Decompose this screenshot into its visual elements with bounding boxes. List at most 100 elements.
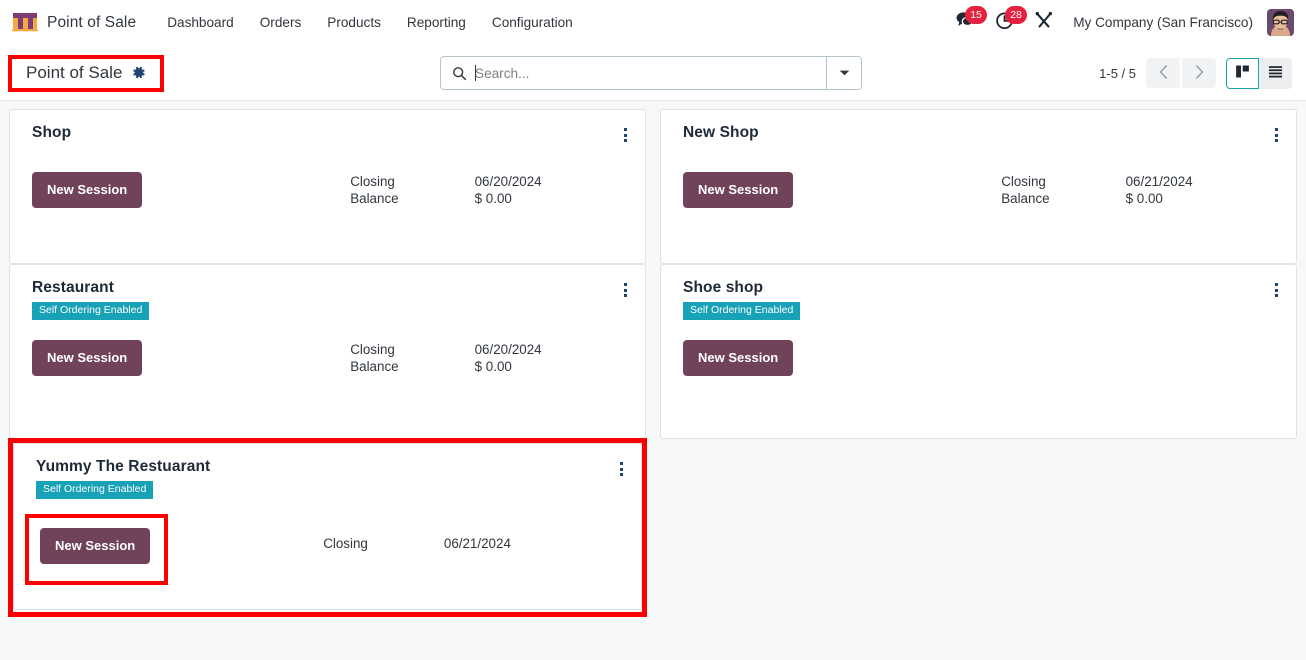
activities-menu-button[interactable]: 28 (986, 0, 1027, 45)
new-session-button[interactable]: New Session (32, 172, 143, 208)
new-session-button[interactable]: New Session (683, 339, 794, 376)
kanban-icon (1235, 64, 1250, 82)
kanban-cell: Shop New Session Closing 06/20/2024 Bala… (9, 109, 646, 264)
pager-count: 1-5 / 5 (1099, 65, 1136, 81)
control-panel-right: 1-5 / 5 (1099, 57, 1292, 89)
pos-config-card-yummy-the-restuarant[interactable]: Yummy The Restuarant Self Ordering Enabl… (13, 443, 642, 610)
pager-previous-button[interactable] (1146, 58, 1180, 88)
kanban-cell: Shoe shop Self Ordering Enabled New Sess… (660, 264, 1297, 439)
new-session-button[interactable]: New Session (40, 527, 151, 564)
list-icon (1268, 65, 1283, 81)
balance-label: Balance (1001, 191, 1050, 206)
kanban-cell-empty (660, 439, 1297, 614)
card-header: Shop (32, 124, 629, 146)
menu-item-products[interactable]: Products (314, 0, 394, 46)
messages-menu-button[interactable]: 15 (946, 0, 987, 45)
closing-label: Closing (350, 341, 395, 357)
card-title: New Shop (683, 124, 759, 141)
balance-label: Balance (350, 191, 399, 206)
card-menu-kebab-icon[interactable] (616, 124, 629, 146)
kanban-grid: Shop New Session Closing 06/20/2024 Bala… (8, 109, 1297, 617)
pos-config-card-new-shop[interactable]: New Shop New Session Closing 06/21/2024 … (660, 109, 1297, 264)
view-switcher-kanban[interactable] (1226, 57, 1259, 89)
kanban-cell: Yummy The Restuarant Self Ordering Enabl… (8, 438, 647, 617)
pos-config-card-restaurant[interactable]: Restaurant Self Ordering Enabled New Ses… (9, 264, 646, 439)
card-body: New Session Closing 06/20/2024 Balance $… (32, 339, 629, 376)
navbar-systray: 15 28 My Company (San Francisco) (946, 0, 1294, 45)
company-switcher[interactable]: My Company (San Francisco) (1065, 15, 1263, 30)
menu-item-dashboard[interactable]: Dashboard (154, 0, 247, 46)
pager-buttons (1146, 58, 1216, 88)
closing-value: 06/21/2024 (1125, 174, 1193, 189)
card-body: New Session Closing 06/21/2024 (25, 513, 625, 585)
search-icon (441, 66, 475, 81)
chevron-left-icon (1159, 64, 1168, 82)
kanban-cell: Restaurant Self Ordering Enabled New Ses… (9, 264, 646, 439)
menu-item-configuration[interactable]: Configuration (479, 0, 586, 46)
card-body: New Session Closing 06/20/2024 Balance $… (32, 172, 629, 208)
closing-label: Closing (350, 174, 395, 189)
card-body: New Session (683, 339, 1280, 376)
user-avatar[interactable] (1267, 9, 1294, 36)
new-session-highlight-box: New Session (25, 513, 169, 585)
messages-count-badge: 15 (965, 6, 987, 24)
apps-shortcut-button[interactable] (1025, 0, 1063, 45)
activities-count-badge: 28 (1005, 6, 1027, 24)
search-view[interactable] (440, 56, 862, 90)
card-header: Shoe shop Self Ordering Enabled (683, 279, 1280, 320)
view-switcher-list[interactable] (1259, 57, 1292, 89)
kanban-view: Shop New Session Closing 06/20/2024 Bala… (0, 101, 1306, 660)
card-menu-kebab-icon[interactable] (1267, 279, 1280, 301)
card-menu-kebab-icon[interactable] (1267, 124, 1280, 146)
card-title: Shop (32, 124, 72, 141)
balance-value: $ 0.00 (474, 191, 512, 206)
balance-value: $ 0.00 (1125, 191, 1163, 206)
tools-wrench-icon (1034, 10, 1054, 35)
status-badge: Self Ordering Enabled (32, 302, 150, 320)
card-title: Yummy The Restuarant (36, 458, 211, 475)
top-navbar: Point of Sale Dashboard Orders Products … (0, 0, 1306, 46)
card-title: Shoe shop (683, 279, 764, 296)
card-header: Yummy The Restuarant Self Ordering Enabl… (36, 458, 625, 499)
shop-awning-icon (12, 12, 38, 33)
kanban-cell: New Shop New Session Closing 06/21/2024 … (660, 109, 1297, 264)
closing-label: Closing (1001, 174, 1046, 189)
brand-home-link[interactable]: Point of Sale (8, 0, 142, 45)
search-input[interactable] (475, 57, 826, 89)
closing-value: 06/20/2024 (474, 341, 542, 357)
card-header: New Shop (683, 124, 1280, 146)
view-switcher (1226, 57, 1292, 89)
pos-config-card-shop[interactable]: Shop New Session Closing 06/20/2024 Bala… (9, 109, 646, 264)
new-session-button[interactable]: New Session (683, 172, 794, 208)
closing-value: 06/20/2024 (474, 174, 542, 189)
card-stats: Closing 06/21/2024 Balance $ 0.00 (1001, 174, 1192, 206)
chevron-right-icon (1195, 64, 1204, 82)
balance-label: Balance (350, 358, 399, 374)
main-menu: Dashboard Orders Products Reporting Conf… (154, 0, 586, 45)
closing-value: 06/21/2024 (443, 535, 511, 551)
card-title: Restaurant (32, 279, 114, 296)
menu-item-reporting[interactable]: Reporting (394, 0, 479, 46)
page-title: Point of Sale (26, 62, 123, 82)
brand-name: Point of Sale (47, 13, 137, 31)
pos-config-card-shoe-shop[interactable]: Shoe shop Self Ordering Enabled New Sess… (660, 264, 1297, 439)
breadcrumb-highlight-box: Point of Sale (8, 54, 165, 92)
card-body: New Session Closing 06/21/2024 Balance $… (683, 172, 1280, 208)
balance-value: $ 0.00 (474, 358, 512, 374)
status-badge: Self Ordering Enabled (683, 302, 801, 320)
breadcrumb-zone: Point of Sale (0, 54, 440, 92)
card-stats: Closing 06/20/2024 Balance $ 0.00 (350, 342, 541, 374)
status-badge: Self Ordering Enabled (36, 481, 154, 499)
card-menu-kebab-icon[interactable] (612, 458, 625, 480)
card-menu-kebab-icon[interactable] (616, 279, 629, 301)
menu-item-orders[interactable]: Orders (247, 0, 315, 46)
pager-next-button[interactable] (1182, 58, 1216, 88)
new-session-button[interactable]: New Session (32, 339, 143, 376)
closing-label: Closing (323, 535, 368, 551)
card-stats: Closing 06/21/2024 (323, 536, 511, 551)
search-dropdown-toggle[interactable] (826, 57, 861, 89)
gear-icon[interactable] (131, 65, 146, 80)
control-panel: Point of Sale 1-5 / 5 (0, 46, 1306, 101)
card-header: Restaurant Self Ordering Enabled (32, 279, 629, 320)
card-stats: Closing 06/20/2024 Balance $ 0.00 (350, 174, 541, 206)
